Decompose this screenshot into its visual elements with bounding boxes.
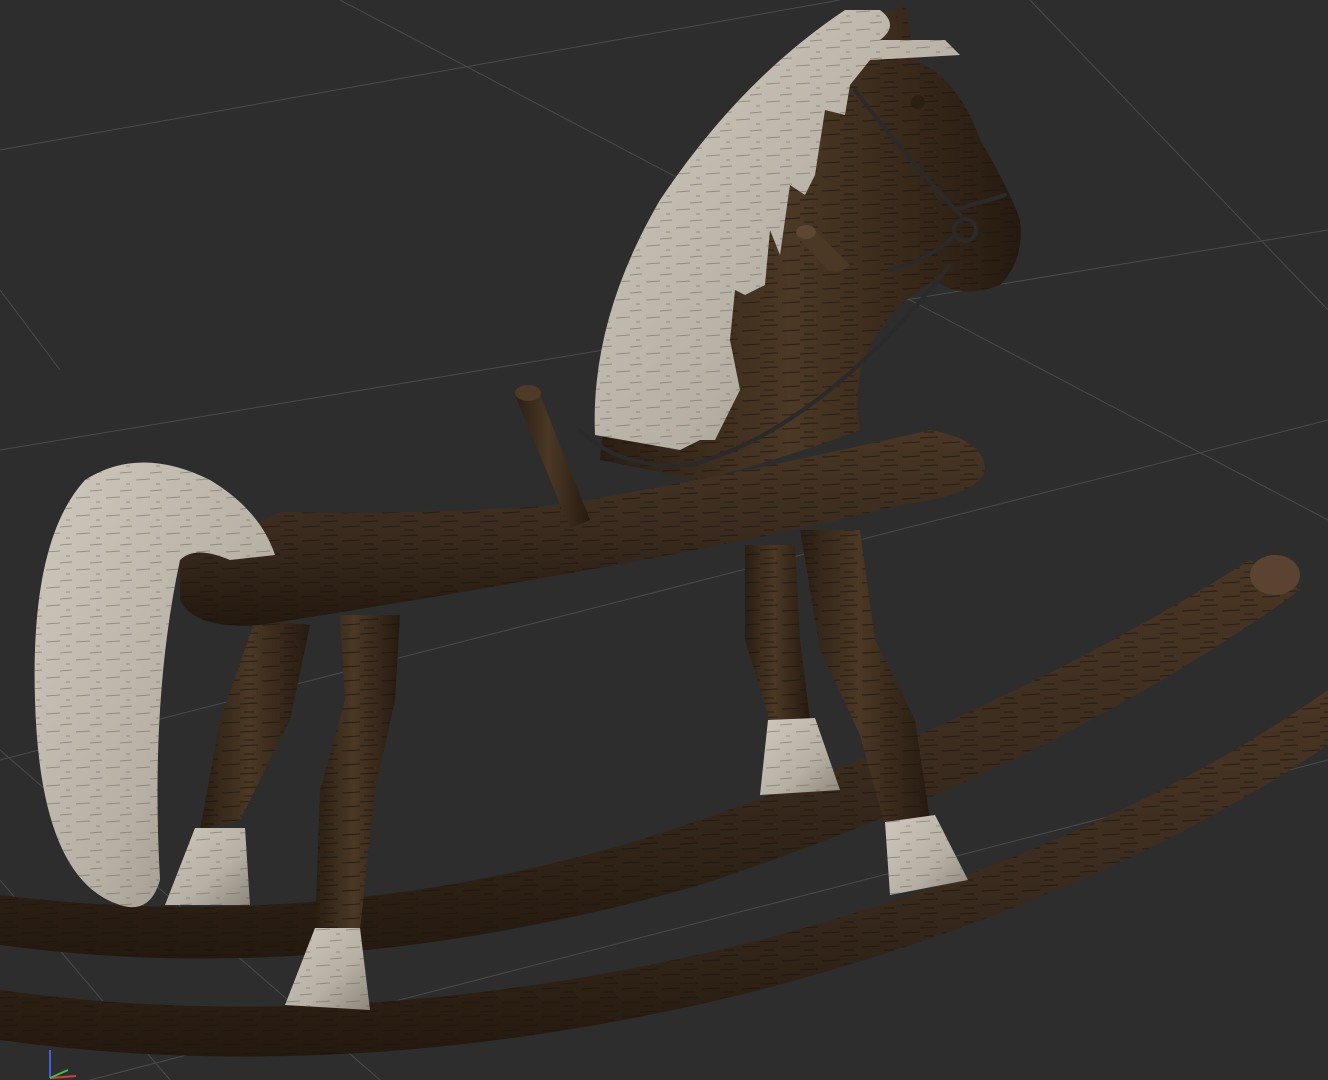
hind-leg-back[interactable] bbox=[165, 620, 310, 905]
axis-gizmo bbox=[49, 1050, 77, 1079]
3d-viewport[interactable] bbox=[0, 0, 1328, 1080]
scene-canvas[interactable] bbox=[0, 0, 1328, 1080]
eye bbox=[911, 95, 925, 109]
